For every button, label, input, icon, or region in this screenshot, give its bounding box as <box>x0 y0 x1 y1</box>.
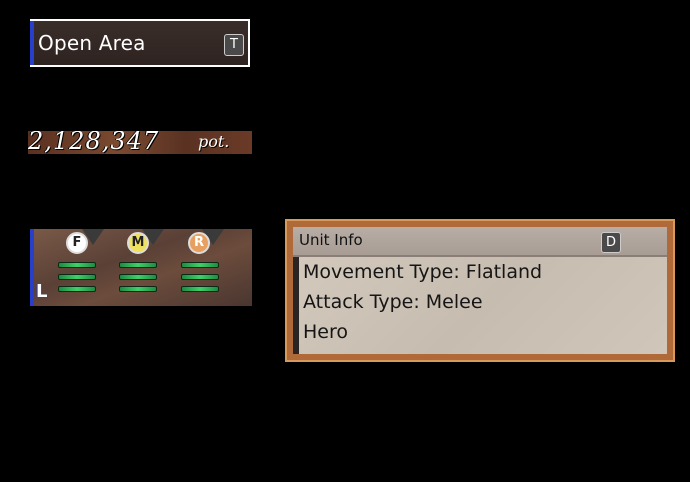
area-hotkey-badge[interactable]: T <box>224 34 244 56</box>
movement-type-text: Movement Type: Flatland <box>303 261 543 283</box>
slot-f-bar-3 <box>58 286 96 292</box>
slot-f-bar-2 <box>58 274 96 280</box>
area-name: Open Area <box>38 31 146 55</box>
unit-class-text: Hero <box>303 321 348 343</box>
unit-info-panel: Unit Info D Movement Type: Flatland Atta… <box>285 219 675 362</box>
unit-info-body: Movement Type: Flatland Attack Type: Mel… <box>299 257 667 354</box>
money-unit: pot. <box>198 132 230 151</box>
slot-m-bar-2 <box>119 274 157 280</box>
area-label-panel: Open Area T <box>30 19 250 67</box>
money-amount: 2,128,347 <box>28 131 160 154</box>
unit-info-title: Unit Info <box>299 231 363 249</box>
unit-info-header: Unit Info D <box>293 227 667 257</box>
slot-m-bar-3 <box>119 286 157 292</box>
slot-m-bar-1 <box>119 262 157 268</box>
leader-l-icon: L <box>36 281 48 302</box>
slot-f-bar-1 <box>58 262 96 268</box>
money-display: 2,128,347 pot. <box>28 131 252 154</box>
unit-info-hotkey-badge[interactable]: D <box>601 232 621 253</box>
slot-r-bar-1 <box>181 262 219 268</box>
slot-r-bar-3 <box>181 286 219 292</box>
attack-type-text: Attack Type: Melee <box>303 291 483 313</box>
party-slot-f-badge[interactable]: F <box>66 232 88 254</box>
party-slot-r-badge[interactable]: R <box>188 232 210 254</box>
party-status-panel: F M R L <box>30 229 252 306</box>
slot-r-bar-2 <box>181 274 219 280</box>
party-slot-m-badge[interactable]: M <box>127 232 149 254</box>
unit-info-inner: Unit Info D Movement Type: Flatland Atta… <box>293 227 667 354</box>
